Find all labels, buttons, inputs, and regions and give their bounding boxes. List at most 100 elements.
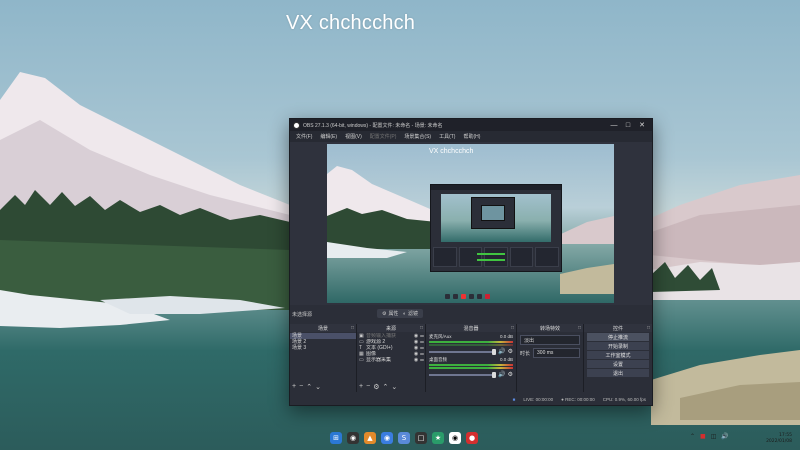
live-time: 00:00:00 (535, 396, 554, 402)
menu-tools[interactable]: 工具(T) (435, 133, 459, 140)
transitions-dock-header: 转场特效 □ (517, 324, 583, 332)
menu-file[interactable]: 文件(F) (292, 133, 316, 140)
duration-input[interactable]: 300 ms (533, 348, 580, 358)
taskbar-clock[interactable]: 17:55 2022/01/08 (766, 433, 792, 445)
dock-float-icon[interactable]: □ (647, 325, 650, 331)
sources-dock-header: 来源 □ (357, 324, 425, 332)
duration-label: 时长 (520, 350, 531, 357)
move-down-icon[interactable]: ⌄ (391, 383, 397, 391)
source-item[interactable]: ▭ 显示器采集 ◉ ⚌ (357, 357, 425, 363)
speaker-icon[interactable]: 🔊 (498, 348, 505, 355)
scenes-dock-header: 场景 □ (290, 324, 356, 332)
preview-area: VX chchcchch 未选择源 ⚙ 属性 ◐ 滤镜 (290, 142, 652, 323)
terminal-icon[interactable]: □ (415, 432, 427, 444)
dock-float-icon[interactable]: □ (420, 325, 423, 331)
settings-button[interactable]: 设置 (587, 360, 649, 368)
wifi-icon[interactable]: ◫ (711, 433, 717, 440)
preview-overlay-text: VX chchcchch (429, 148, 474, 155)
live-label: LIVE: (523, 396, 535, 402)
preview-canvas[interactable]: VX chchcchch (327, 144, 614, 303)
app-icon[interactable]: S (398, 432, 410, 444)
add-icon[interactable]: + (359, 383, 363, 390)
speaker-icon[interactable]: 🔊 (721, 433, 728, 440)
obs-titlebar[interactable]: OBS 27.1.3 (64-bit, windows) - 配置文件: 未命名… (290, 119, 652, 131)
minimize-icon[interactable]: — (607, 119, 621, 131)
sources-dock: 来源 □ ▣ 音频输入捕获 ◉ ⚌ ▭ 游戏源 2 ◉ ⚌ T 文本 (GDI+… (357, 324, 425, 392)
controls-title: 控件 (612, 325, 623, 332)
cpu-fps: CPU: 0.9%, 60.00 fps (602, 396, 646, 402)
scenes-title: 场景 (317, 325, 328, 332)
volume-slider[interactable] (429, 348, 497, 355)
taskbar-apps: ⊞ ◉ ▲ ◉ S □ ★ ◉ ● (330, 432, 478, 444)
channel-db: 0.0 dB (499, 334, 513, 339)
tray-app-icon[interactable]: ■ (700, 433, 706, 440)
remove-icon[interactable]: − (366, 383, 370, 390)
rec-icon: ● (561, 396, 564, 402)
filters-button[interactable]: ◐ 滤镜 (398, 309, 424, 318)
rec-label: REC: (565, 396, 576, 402)
volume-meter (429, 341, 513, 343)
close-icon[interactable]: ✕ (635, 119, 649, 131)
app-icon[interactable]: ★ (432, 432, 444, 444)
filters-label: 滤镜 (408, 311, 419, 317)
dock-float-icon[interactable]: □ (578, 325, 581, 331)
volume-slider[interactable] (429, 371, 497, 378)
stop-streaming-button[interactable]: 停止推流 (587, 333, 649, 341)
dock-float-icon[interactable]: □ (351, 325, 354, 331)
gear-icon: ⚙ (382, 310, 387, 317)
dock-float-icon[interactable]: □ (511, 325, 514, 331)
browser-icon[interactable]: ◉ (381, 432, 393, 444)
mixer-title: 混音器 (463, 325, 479, 332)
app-icon[interactable]: ▲ (364, 432, 376, 444)
sources-footer: + − ⚙ ⌃ ⌄ (357, 381, 425, 392)
properties-label: 属性 (388, 311, 399, 317)
remove-icon[interactable]: − (299, 383, 303, 390)
lock-icon[interactable]: ⚌ (419, 357, 425, 363)
mixer-dock: 混音器 □ 麦克风/Aux 0.0 dB 🔊 ⚙ 桌面音频 0.0 dB 🔊 ⚙ (426, 324, 516, 392)
menu-scene-collection[interactable]: 场景集合(S) (400, 133, 435, 140)
display-icon: ▭ (359, 357, 364, 363)
docks-row: 场景 □ 场景 场景 2 场景 3 + − ⌃ ⌄ 来源 □ ▣ 音频输入捕获 … (290, 324, 652, 392)
nested-obs-preview (430, 184, 562, 272)
volume-meter (429, 344, 513, 346)
studio-mode-button[interactable]: 工作室模式 (587, 351, 649, 359)
network-icon: ■ (512, 396, 516, 402)
move-up-icon[interactable]: ⌃ (382, 383, 388, 391)
menu-view[interactable]: 视图(V) (341, 133, 366, 140)
controls-dock: 控件 □ 停止推流 开始录制 工作室模式 设置 退出 (584, 324, 652, 392)
system-tray: ⌃ ■ ◫ 🔊 (690, 433, 729, 440)
nested-taskbar (445, 294, 490, 299)
gear-icon[interactable]: ⚙ (508, 371, 513, 378)
start-recording-button[interactable]: 开始录制 (587, 342, 649, 350)
speaker-icon[interactable]: 🔊 (498, 371, 505, 378)
menu-help[interactable]: 帮助(H) (459, 133, 484, 140)
app-icon[interactable]: ◉ (347, 432, 359, 444)
mixer-dock-header: 混音器 □ (426, 324, 516, 332)
start-icon[interactable]: ⊞ (330, 432, 342, 444)
gear-icon[interactable]: ⚙ (373, 383, 379, 391)
add-icon[interactable]: + (292, 383, 296, 390)
window-controls: — □ ✕ (607, 119, 649, 131)
maximize-icon[interactable]: □ (621, 119, 635, 131)
obs-app-icon[interactable]: ◉ (449, 432, 461, 444)
scene-item[interactable]: 场景 3 (290, 345, 356, 351)
exit-button[interactable]: 退出 (587, 369, 649, 377)
obs-window-title: OBS 27.1.3 (64-bit, windows) - 配置文件: 未命名… (303, 122, 443, 129)
clock-date: 2022/01/08 (766, 439, 792, 444)
chevron-up-icon[interactable]: ⌃ (690, 433, 695, 440)
move-down-icon[interactable]: ⌄ (315, 383, 321, 391)
gear-icon[interactable]: ⚙ (508, 348, 513, 355)
transition-select[interactable]: 淡出 (520, 335, 580, 345)
source-label: 显示器采集 (366, 357, 392, 363)
no-source-label: 未选择源 (292, 311, 313, 318)
move-up-icon[interactable]: ⌃ (306, 383, 312, 391)
mixer-channel: 麦克风/Aux 0.0 dB 🔊 ⚙ (426, 332, 516, 355)
menu-profile[interactable]: 配置文件(P) (366, 133, 401, 140)
obs-menubar: 文件(F) 编辑(E) 视图(V) 配置文件(P) 场景集合(S) 工具(T) … (290, 131, 652, 142)
channel-name: 麦克风/Aux (429, 334, 452, 339)
faint-watermark (722, 182, 782, 222)
app-icon[interactable]: ● (466, 432, 478, 444)
menu-edit[interactable]: 编辑(E) (316, 133, 341, 140)
scenes-dock: 场景 □ 场景 场景 2 场景 3 + − ⌃ ⌄ (290, 324, 356, 392)
filter-icon: ◐ (403, 310, 407, 317)
